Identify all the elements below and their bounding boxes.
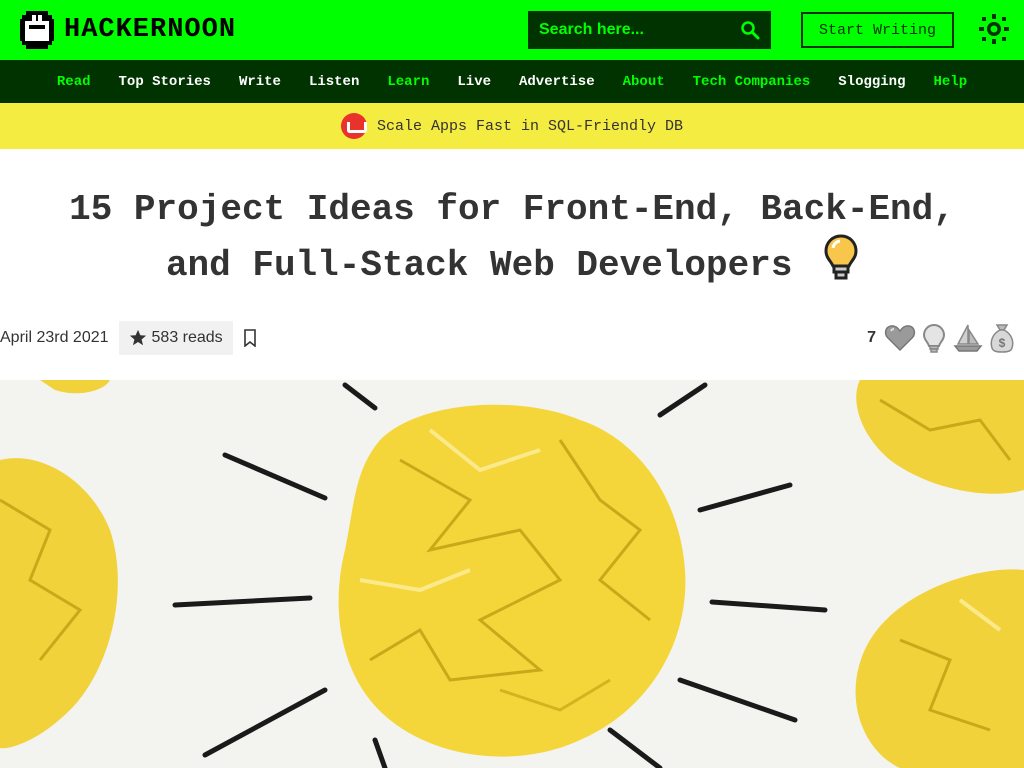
article-meta: April 23rd 2021 583 reads — [0, 321, 257, 355]
heart-icon[interactable] — [884, 322, 916, 354]
top-bar: HACKERNOON Start Writing — [0, 0, 1024, 60]
nav-item-live[interactable]: Live — [457, 74, 491, 90]
article-title: 15 Project Ideas for Front-End, Back-End… — [0, 182, 1024, 294]
sun-icon[interactable] — [978, 13, 1010, 45]
boat-icon[interactable] — [952, 322, 984, 354]
nav-item-write[interactable]: Write — [239, 74, 281, 90]
article-title-line-1: 15 Project Ideas for Front-End, Back-End… — [69, 189, 955, 230]
bookmark-icon[interactable] — [243, 329, 257, 347]
svg-text:$: $ — [999, 336, 1006, 350]
start-writing-button[interactable]: Start Writing — [801, 12, 954, 48]
banner-text: Scale Apps Fast in SQL-Friendly DB — [376, 117, 684, 135]
nav-item-advertise[interactable]: Advertise — [519, 74, 595, 90]
nav-item-help[interactable]: Help — [933, 74, 967, 90]
nav-item-read[interactable]: Read — [57, 74, 91, 90]
lightbulb-icon — [824, 234, 858, 280]
reads-count: 583 reads — [118, 321, 233, 355]
cockroach-db-icon — [340, 113, 367, 139]
sponsor-banner[interactable]: Scale Apps Fast in SQL-Friendly DB — [0, 103, 1024, 149]
search-icon[interactable] — [740, 20, 760, 40]
nav-item-tech-companies[interactable]: Tech Companies — [693, 74, 811, 90]
reactions-bar: 7 $ — [867, 320, 1018, 356]
nav-item-listen[interactable]: Listen — [309, 74, 359, 90]
nav-item-top-stories[interactable]: Top Stories — [119, 74, 211, 90]
search-box[interactable] — [528, 11, 771, 49]
star-icon — [129, 329, 146, 346]
reads-text: 583 reads — [151, 329, 223, 346]
hackernoon-logo-icon — [20, 11, 54, 49]
money-bag-icon[interactable]: $ — [986, 322, 1018, 354]
lightbulb-icon[interactable] — [918, 322, 950, 354]
nav-item-slogging[interactable]: Slogging — [838, 74, 905, 90]
nav-item-learn[interactable]: Learn — [387, 74, 429, 90]
main-nav: Read Top Stories Write Listen Learn Live… — [0, 60, 1024, 103]
nav-item-about[interactable]: About — [623, 74, 665, 90]
site-logo[interactable]: HACKERNOON — [20, 10, 236, 50]
hero-image — [0, 380, 1024, 768]
reaction-count: 7 — [867, 329, 876, 346]
logo-text: HACKERNOON — [64, 15, 237, 45]
publish-date: April 23rd 2021 — [0, 329, 109, 346]
search-input[interactable] — [539, 21, 734, 39]
article-title-line-2: and Full-Stack Web Developers — [165, 245, 793, 286]
